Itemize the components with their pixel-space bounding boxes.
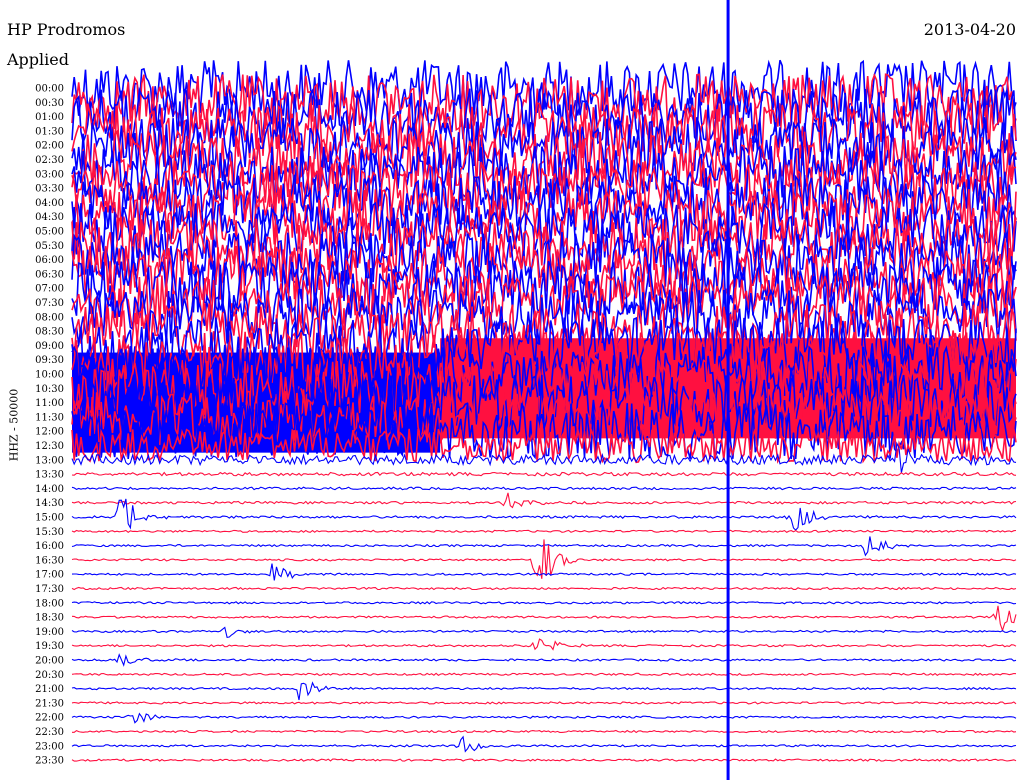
trace-line xyxy=(72,729,1017,734)
row-time-label: 20:30 xyxy=(35,670,64,681)
row-time-label: 06:30 xyxy=(35,269,64,280)
row-time-label: 11:00 xyxy=(35,398,64,409)
trace-line xyxy=(71,672,1017,676)
trace-line xyxy=(71,486,1017,491)
row-time-label: 21:30 xyxy=(35,698,64,709)
trace-line xyxy=(71,681,1017,701)
trace-line xyxy=(71,701,1017,705)
row-time-label: 18:30 xyxy=(35,613,64,624)
seismogram-plot: 00:00 00:30 01:00 01:30 02:00 02:30 03:00 03:30… xyxy=(35,0,1017,780)
row-time-label: 04:30 xyxy=(35,212,64,223)
trace-line xyxy=(71,601,1017,605)
row-time-label: 11:30 xyxy=(35,412,64,423)
row-time-label: 08:30 xyxy=(35,327,64,338)
trace-line xyxy=(71,735,1017,753)
row-time-label: 10:00 xyxy=(35,370,64,381)
row-time-label: 03:30 xyxy=(35,184,64,195)
row-time-label: 13:30 xyxy=(35,470,64,481)
row-time-label: 23:00 xyxy=(35,741,64,752)
row-time-label: 12:00 xyxy=(35,427,64,438)
row-time-label: 06:00 xyxy=(35,255,64,266)
row-time-label: 21:00 xyxy=(35,684,64,695)
row-time-label: 20:00 xyxy=(35,656,64,667)
row-time-label: 16:00 xyxy=(35,541,64,552)
row-time-label: 17:30 xyxy=(35,584,64,595)
row-time-label: 17:00 xyxy=(35,570,64,581)
row-time-label: 04:00 xyxy=(35,198,64,209)
trace-line xyxy=(71,605,1017,633)
row-time-label: 07:30 xyxy=(35,298,64,309)
trace-line xyxy=(71,492,1017,509)
row-time-label: 05:30 xyxy=(35,241,64,252)
trace-line xyxy=(71,638,1017,651)
row-time-label: 14:00 xyxy=(35,484,64,495)
row-time-label: 01:30 xyxy=(35,126,64,137)
row-time-label: 08:00 xyxy=(35,312,64,323)
row-time-label: 07:00 xyxy=(35,284,64,295)
trace-line xyxy=(71,563,1017,581)
row-time-label: 15:00 xyxy=(35,513,64,524)
row-time-label: 03:00 xyxy=(35,169,64,180)
row-time-label: 09:00 xyxy=(35,341,64,352)
trace-line xyxy=(71,529,1017,533)
row-time-label: 02:30 xyxy=(35,155,64,166)
row-time-label: 23:30 xyxy=(35,756,64,767)
row-time-label: 16:30 xyxy=(35,555,64,566)
trace-line xyxy=(71,653,1017,667)
row-time-label: 22:00 xyxy=(35,713,64,724)
row-time-label: 09:30 xyxy=(35,355,64,366)
row-time-label: 14:30 xyxy=(35,498,64,509)
row-time-label: 00:30 xyxy=(35,98,64,109)
trace-line xyxy=(71,712,1017,724)
trace-line xyxy=(71,586,1017,591)
row-time-label: 10:30 xyxy=(35,384,64,395)
trace-line xyxy=(71,471,1017,477)
trace-line xyxy=(71,626,1017,639)
trace-line xyxy=(71,758,1017,762)
row-time-label: 19:00 xyxy=(35,627,64,638)
row-time-label: 19:30 xyxy=(35,641,64,652)
row-time-label: 13:00 xyxy=(35,455,64,466)
row-time-label: 12:30 xyxy=(35,441,64,452)
helicorder-view: HP Prodromos Applied 2013-04-20 HHZ - 50… xyxy=(0,0,1024,780)
row-time-label: 00:00 xyxy=(35,84,64,95)
row-time-label: 18:00 xyxy=(35,598,64,609)
row-time-label: 15:30 xyxy=(35,527,64,538)
row-time-label: 22:30 xyxy=(35,727,64,738)
row-time-label: 05:00 xyxy=(35,227,64,238)
row-time-label: 02:00 xyxy=(35,141,64,152)
row-time-label: 01:00 xyxy=(35,112,64,123)
